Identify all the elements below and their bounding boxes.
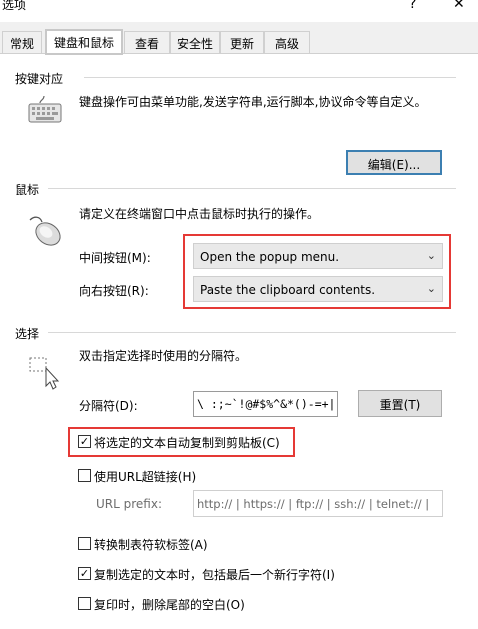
middle-button-select[interactable]: Open the popup menu. ⌄ — [193, 243, 443, 269]
use-url-checkbox[interactable] — [78, 469, 91, 482]
help-button[interactable]: ? — [409, 0, 416, 12]
keyboard-section-separator — [84, 77, 456, 78]
window-title: 选项 — [2, 0, 27, 12]
right-button-label: 向右按钮(R): — [79, 284, 149, 298]
tab-keyboard-mouse[interactable]: 键盘和鼠标 — [45, 29, 123, 55]
mouse-description: 请定义在终端窗口中点击鼠标时执行的操作。 — [79, 207, 320, 221]
tab-soft-checkbox[interactable] — [78, 537, 91, 550]
tab-update[interactable]: 更新 — [220, 31, 264, 53]
url-prefix-input[interactable]: http:// | https:// | ftp:// | ssh:// | t… — [193, 490, 443, 517]
tab-view[interactable]: 查看 — [124, 31, 170, 53]
right-button-select[interactable]: Paste the clipboard contents. ⌄ — [193, 276, 443, 302]
close-button[interactable]: ✕ — [453, 0, 465, 12]
middle-button-label: 中间按钮(M): — [79, 251, 151, 265]
tab-general[interactable]: 常规 — [2, 31, 42, 53]
use-url-label[interactable]: 使用URL超链接(H) — [94, 468, 196, 485]
selection-description: 双击指定选择时使用的分隔符。 — [79, 349, 248, 363]
chevron-down-icon: ⌄ — [426, 249, 436, 262]
delimiter-input[interactable]: \ :;~`!@#$%^&*()-=+|[]{} — [193, 391, 338, 417]
mouse-icon — [26, 214, 66, 253]
tab-advanced[interactable]: 高级 — [264, 31, 310, 53]
edit-button[interactable]: 编辑(E)... — [346, 150, 442, 175]
trim-trailing-checkbox[interactable] — [78, 597, 91, 610]
mouse-section-title: 鼠标 — [15, 183, 40, 197]
keyboard-section-title: 按键对应 — [15, 72, 64, 86]
keyboard-description: 键盘操作可由菜单功能,发送字符串,运行脚本,协议命令等自定义。 — [79, 95, 427, 109]
auto-copy-label[interactable]: 将选定的文本自动复制到剪贴板(C) — [94, 434, 280, 451]
delimiter-label: 分隔符(D): — [79, 399, 138, 413]
selection-section-separator — [48, 332, 456, 333]
title-bar — [0, 0, 478, 22]
url-prefix-label: URL prefix: — [96, 497, 162, 511]
auto-copy-checkbox[interactable]: ✓ — [78, 435, 91, 448]
chevron-down-icon: ⌄ — [426, 282, 436, 295]
trim-trailing-label[interactable]: 复印时，删除尾部的空白(O) — [94, 596, 245, 613]
tab-security[interactable]: 安全性 — [170, 31, 220, 53]
middle-button-value: Open the popup menu. — [200, 250, 340, 264]
right-button-value: Paste the clipboard contents. — [200, 283, 376, 297]
copy-newline-label[interactable]: 复制选定的文本时，包括最后一个新行字符(I) — [94, 566, 335, 583]
reset-button[interactable]: 重置(T) — [358, 390, 442, 417]
keyboard-icon — [28, 94, 62, 127]
selection-section-title: 选择 — [15, 327, 40, 341]
tab-soft-label[interactable]: 转换制表符软标签(A) — [94, 536, 208, 553]
selection-cursor-icon — [28, 356, 62, 393]
tab-panel — [0, 53, 478, 629]
copy-newline-checkbox[interactable]: ✓ — [78, 567, 91, 580]
mouse-section-separator — [48, 188, 456, 189]
